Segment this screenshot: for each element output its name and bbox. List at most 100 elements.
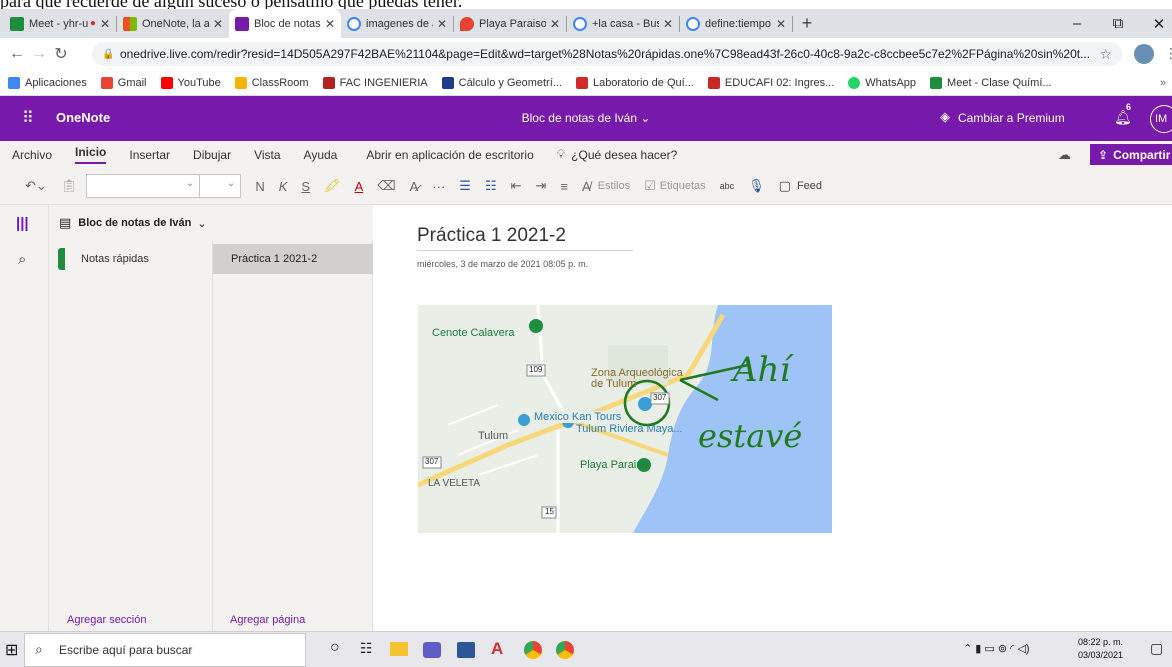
undo-icon[interactable]: ↶⌄	[25, 178, 47, 194]
menu-dibujar[interactable]: Dibujar	[193, 148, 231, 162]
cortana-icon[interactable]: ○	[330, 639, 340, 657]
add-page-button[interactable]: Agregar página	[230, 614, 305, 626]
system-tray-icons[interactable]: ⌃ ▮ ▭ ⊚ ◜ ◁)	[963, 642, 1030, 655]
feed-icon[interactable]: ▢	[779, 178, 791, 194]
page-title[interactable]: Práctica 1 2021-2	[417, 225, 633, 251]
tag-icon[interactable]: ☑	[644, 178, 656, 194]
notifications-icon[interactable]: ▢	[1150, 640, 1163, 657]
forward-arrow-icon[interactable]: →	[28, 45, 50, 63]
map-image[interactable]: Cenote Calavera Zona Arqueológica de Tul…	[418, 305, 832, 533]
url-field[interactable]: 🔒 onedrive.live.com/redir?resid=14D505A2…	[92, 42, 1122, 66]
bookmark-educafi[interactable]: EDUCAFI 02: Ingres...	[707, 76, 834, 89]
feed-button[interactable]: Feed	[797, 180, 822, 192]
align-icon[interactable]: ≡	[560, 179, 568, 194]
browser-tab-onenote-info[interactable]: OneNote, la aplica✕	[117, 9, 229, 38]
font-size-select[interactable]: ⌄	[199, 174, 242, 198]
section-notas-rapidas[interactable]: Notas rápidas	[49, 244, 213, 274]
close-tab-icon[interactable]: ✕	[663, 17, 673, 31]
close-tab-icon[interactable]: ✕	[325, 17, 335, 31]
indent-icon[interactable]: ⇥	[536, 178, 547, 194]
close-tab-icon[interactable]: ✕	[550, 17, 560, 31]
share-button[interactable]: ⇪ Compartir	[1090, 144, 1172, 165]
clear-format-icon[interactable]: ⌫	[377, 178, 395, 194]
word-icon[interactable]	[457, 642, 475, 658]
map-label-tulum: Tulum	[478, 430, 509, 442]
close-tab-icon[interactable]: ✕	[776, 17, 786, 31]
clock-time: 08:22 p. m.	[1078, 637, 1124, 647]
menu-insertar[interactable]: Insertar	[129, 148, 170, 162]
clipboard-icon[interactable]: 📋︎	[61, 178, 78, 194]
menu-inicio[interactable]: Inicio	[75, 145, 107, 164]
restore-button[interactable]: ⧉	[1099, 9, 1137, 38]
browser-tab-meet[interactable]: Meet - yhr-ua ● ✕	[4, 9, 116, 38]
bookmark-whatsapp[interactable]: WhatsApp	[848, 76, 916, 89]
chrome-icon[interactable]	[524, 641, 542, 659]
file-explorer-icon[interactable]	[390, 642, 408, 656]
browser-tab-define-tiempo[interactable]: define:tiempo - Bu✕	[680, 9, 792, 38]
bookmark-gmail[interactable]: Gmail	[100, 76, 147, 89]
premium-link[interactable]: Cambiar a Premium	[958, 111, 1065, 125]
browser-tab-maps[interactable]: Playa Paraiso - Go✕	[454, 9, 566, 38]
notebook-picker[interactable]: ▤ Bloc de notas de Iván ⌄	[49, 205, 373, 241]
browser-tab-onenote-active[interactable]: Bloc de notas de I✕	[229, 9, 341, 38]
close-tab-icon[interactable]: ✕	[213, 17, 223, 31]
taskbar-search[interactable]: ⌕ Escribe aquí para buscar	[24, 633, 306, 667]
styles-button[interactable]: Estilos	[598, 180, 630, 192]
bold-button[interactable]: N	[255, 179, 264, 194]
open-desktop-app-link[interactable]: Abrir en aplicación de escritorio	[366, 148, 533, 162]
highlight-icon[interactable]: 🖍︎	[324, 178, 341, 194]
page-practica[interactable]: Práctica 1 2021-2	[213, 244, 373, 274]
styles-icon[interactable]: A̸	[582, 179, 591, 194]
tags-button[interactable]: Etiquetas	[660, 180, 706, 192]
italic-button[interactable]: K	[279, 179, 288, 194]
bookmark-classroom[interactable]: ClassRoom	[234, 76, 309, 89]
minimize-button[interactable]: –	[1058, 9, 1096, 38]
task-view-icon[interactable]: ☷	[360, 640, 373, 657]
back-arrow-icon[interactable]: ←	[6, 45, 28, 63]
bookmark-star-icon[interactable]: ☆	[1099, 45, 1112, 63]
close-tab-icon[interactable]: ✕	[100, 17, 110, 31]
more-bookmarks-icon[interactable]: »	[1160, 77, 1166, 89]
browser-tab-imagenes[interactable]: imagenes de arbo✕	[341, 9, 453, 38]
meet-icon	[930, 76, 943, 89]
text-effects-icon[interactable]: A̷	[410, 179, 419, 194]
avatar[interactable]: IM	[1150, 105, 1172, 133]
bookmark-youtube[interactable]: YouTube	[160, 76, 221, 89]
chrome-icon-2[interactable]	[556, 641, 574, 659]
bookmark-aplicaciones[interactable]: Aplicaciones	[8, 76, 87, 89]
search-icon[interactable]: ⌕	[18, 251, 26, 268]
font-color-icon[interactable]: A	[355, 179, 364, 194]
tell-me-input[interactable]: ¿Qué desea hacer?	[571, 148, 677, 162]
underline-button[interactable]: S	[301, 179, 310, 194]
spellcheck-button[interactable]: abc	[720, 181, 735, 191]
windows-start-icon[interactable]: ⊞	[5, 640, 18, 660]
menu-archivo[interactable]: Archivo	[12, 148, 52, 162]
notebooks-icon[interactable]: |||	[16, 215, 29, 232]
add-section-button[interactable]: Agregar sección	[67, 614, 147, 626]
new-tab-button[interactable]: +	[793, 9, 821, 38]
teams-icon[interactable]	[423, 642, 441, 658]
more-options-button[interactable]: ···	[432, 179, 445, 194]
close-window-button[interactable]: ✕	[1140, 9, 1172, 38]
search-icon: ⌕	[35, 641, 43, 657]
menu-vista[interactable]: Vista	[254, 148, 280, 162]
bookmark-laboratorio[interactable]: Laboratorio de Quí...	[575, 76, 694, 89]
close-tab-icon[interactable]: ✕	[437, 17, 447, 31]
numbering-icon[interactable]: ☷	[485, 178, 497, 194]
dictate-mic-icon[interactable]: 🎙︎	[748, 178, 765, 194]
outdent-icon[interactable]: ⇤	[511, 178, 522, 194]
system-clock[interactable]: 08:22 p. m. 03/03/2021	[1078, 636, 1123, 662]
bookmark-calculo[interactable]: Cálculo y Geometrí...	[441, 76, 562, 89]
reload-icon[interactable]: ↻	[50, 44, 72, 64]
profile-avatar[interactable]	[1134, 44, 1154, 64]
bookmark-meet[interactable]: Meet - Clase Químí...	[930, 76, 1052, 89]
bookmarks-bar: Aplicaciones Gmail YouTube ClassRoom FAC…	[0, 70, 1172, 96]
font-family-select[interactable]: ⌄	[86, 174, 201, 198]
bullets-icon[interactable]: ☰	[459, 178, 471, 194]
acrobat-icon[interactable]: A	[491, 639, 503, 659]
bookmark-fac-ingenieria[interactable]: FAC INGENIERIA	[322, 76, 428, 89]
menu-ayuda[interactable]: Ayuda	[304, 148, 338, 162]
browser-menu-icon[interactable]: ⋮	[1164, 45, 1172, 62]
browser-tab-la-casa[interactable]: +la casa - Buscar c✕	[567, 9, 679, 38]
educafi-icon	[707, 76, 720, 89]
